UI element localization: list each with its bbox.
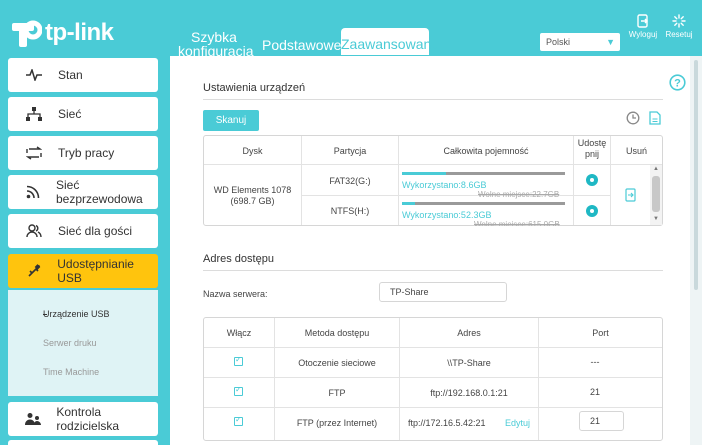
capacity-bar-used bbox=[402, 202, 415, 205]
access-address: \\TP-Share bbox=[447, 358, 491, 368]
submenu-active-dash bbox=[43, 314, 47, 315]
pulse-icon bbox=[24, 65, 44, 85]
column-header-enable: Włącz bbox=[226, 328, 252, 338]
mode-arrows-icon bbox=[24, 143, 44, 163]
access-title: Adres dostępu bbox=[203, 253, 274, 265]
submenu-print-server[interactable]: Serwer druku bbox=[43, 338, 97, 348]
tab-quick-setup[interactable]: Szybka konfiguracja bbox=[178, 29, 254, 58]
chevron-down-icon: ▼ bbox=[606, 37, 615, 47]
sidebar-item-operation-mode[interactable]: Tryb pracy bbox=[8, 136, 158, 170]
column-header-disk: Dysk bbox=[242, 146, 263, 156]
svg-text:?: ? bbox=[674, 78, 681, 90]
language-select[interactable]: Polski ▼ bbox=[540, 33, 620, 51]
logout-label: Wyloguj bbox=[628, 30, 658, 39]
access-method: FTP (przez Internet) bbox=[296, 418, 378, 428]
reboot-button[interactable]: Resetuj bbox=[662, 14, 696, 39]
wifi-icon bbox=[24, 182, 42, 202]
section-divider bbox=[203, 99, 663, 100]
column-header-port: Port bbox=[592, 328, 609, 338]
reboot-label: Resetuj bbox=[665, 30, 693, 39]
capacity-bar-track bbox=[402, 202, 565, 205]
row-divider bbox=[204, 407, 662, 408]
free-space: Wolne miejsce:22.7GB bbox=[478, 190, 560, 199]
column-header-address: Adres bbox=[457, 328, 481, 338]
partition-name: FAT32(G:) bbox=[329, 176, 371, 186]
share-eye-icon[interactable] bbox=[586, 205, 598, 217]
tp-link-logo-icon bbox=[8, 16, 43, 50]
access-address: ftp://172.16.5.42:21 bbox=[408, 418, 486, 428]
logout-button[interactable]: Wyloguj bbox=[626, 14, 660, 39]
disk-name: WD Elements 1078 bbox=[213, 185, 292, 195]
submenu-time-machine[interactable]: Time Machine bbox=[43, 367, 99, 377]
sidebar-item-label: Sieć bbox=[58, 107, 82, 121]
remove-disk-icon[interactable] bbox=[625, 188, 636, 207]
usb-icon bbox=[24, 261, 43, 281]
table-header-divider bbox=[204, 164, 662, 165]
column-header-method: Metoda dostępu bbox=[304, 328, 370, 338]
guests-icon bbox=[24, 221, 44, 241]
row-divider bbox=[302, 195, 610, 196]
column-header-remove: Usuń bbox=[625, 146, 647, 156]
sidebar-item-next[interactable] bbox=[8, 440, 158, 445]
scroll-down-icon[interactable]: ▼ bbox=[653, 216, 659, 222]
submenu-usb-device[interactable]: Urządzenie USB bbox=[43, 309, 110, 319]
edit-link[interactable]: Edytuj bbox=[505, 418, 530, 428]
share-eye-icon[interactable] bbox=[586, 174, 598, 186]
sidebar-item-label: Kontrola rodzicielska bbox=[56, 405, 120, 433]
scan-button[interactable]: Skanuj bbox=[203, 110, 259, 131]
help-icon[interactable]: ? bbox=[669, 74, 686, 96]
enable-checkbox[interactable] bbox=[234, 415, 243, 426]
sidebar-item-label: Sieć dla gości bbox=[58, 224, 133, 238]
sidebar-item-network[interactable]: Sieć bbox=[8, 97, 158, 131]
tp-link-logo: tp-link bbox=[8, 16, 114, 50]
section-divider bbox=[203, 270, 663, 271]
access-method: FTP bbox=[328, 388, 346, 398]
parental-icon bbox=[24, 409, 42, 429]
access-method: Otoczenie sieciowe bbox=[298, 358, 376, 368]
device-settings-title: Ustawienia urządzeń bbox=[203, 82, 306, 94]
sidebar-item-label: Stan bbox=[58, 68, 83, 82]
scroll-up-icon[interactable]: ▲ bbox=[653, 166, 659, 172]
tab-basic[interactable]: Podstawowe bbox=[262, 38, 341, 52]
network-icon bbox=[24, 104, 44, 124]
sidebar-item-label: Udostępnianie USB bbox=[57, 257, 134, 285]
page-scrollbar-thumb[interactable] bbox=[694, 60, 698, 290]
column-header-partition: Partycja bbox=[333, 146, 367, 156]
disk-size: (698.7 GB) bbox=[230, 196, 275, 206]
sidebar-item-parental-controls[interactable]: Kontrola rodzicielska bbox=[8, 402, 158, 436]
sidebar-item-wireless[interactable]: Sieć bezprzewodowa bbox=[8, 175, 158, 209]
used-space: Wykorzystano:8.6GB bbox=[402, 180, 487, 190]
tab-advanced[interactable]: Zaawansowane bbox=[341, 28, 439, 55]
sidebar-item-label: Sieć bezprzewodowa bbox=[55, 178, 143, 206]
port-input[interactable]: 21 bbox=[579, 411, 624, 431]
column-header-share: Udostę pnij bbox=[577, 138, 607, 159]
partition-name: NTFS(H:) bbox=[330, 206, 370, 216]
row-divider bbox=[204, 377, 662, 378]
free-space: Wolne miejsce:615.0GB bbox=[474, 220, 560, 226]
sidebar-item-guest-network[interactable]: Sieć dla gości bbox=[8, 214, 158, 248]
enable-checkbox[interactable] bbox=[234, 355, 243, 366]
timer-icon[interactable] bbox=[626, 111, 640, 130]
server-name-input[interactable]: TP-Share bbox=[379, 282, 507, 302]
language-value: Polski bbox=[546, 37, 571, 47]
save-file-icon[interactable] bbox=[649, 111, 661, 130]
sidebar-item-usb-sharing[interactable]: Udostępnianie USB bbox=[8, 254, 158, 288]
capacity-bar-used bbox=[402, 172, 446, 175]
table-scrollbar-thumb[interactable] bbox=[652, 176, 660, 212]
column-header-capacity: Całkowita pojemność bbox=[443, 146, 529, 156]
sidebar-item-label: Tryb pracy bbox=[58, 146, 115, 160]
brand-name: tp-link bbox=[45, 19, 114, 46]
logout-icon bbox=[637, 14, 648, 28]
server-name-label: Nazwa serwera: bbox=[203, 289, 268, 299]
reboot-icon bbox=[672, 14, 686, 28]
enable-checkbox[interactable] bbox=[234, 385, 243, 396]
used-space: Wykorzystano:52.3GB bbox=[402, 210, 492, 220]
access-port: 21 bbox=[589, 387, 600, 397]
tab-quick-setup-line1: Szybka bbox=[191, 29, 237, 45]
access-port: --- bbox=[590, 357, 600, 367]
access-address: ftp://192.168.0.1:21 bbox=[430, 388, 508, 398]
table-header-divider bbox=[204, 347, 662, 348]
sidebar-item-status[interactable]: Stan bbox=[8, 58, 158, 92]
